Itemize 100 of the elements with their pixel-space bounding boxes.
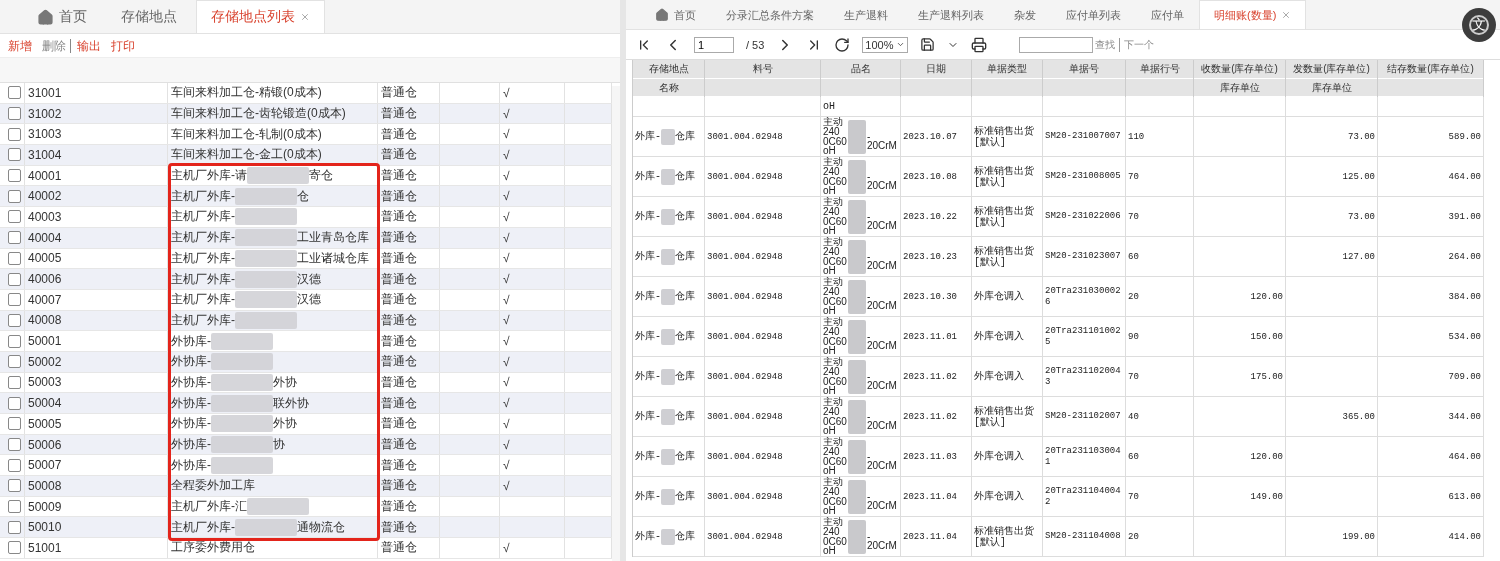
toolbar-link[interactable]: 输出: [75, 38, 105, 53]
row-checkbox[interactable]: [8, 231, 21, 245]
doc-number-cell: SM20-231102007: [1045, 411, 1121, 422]
column-header: 料号: [705, 60, 820, 79]
tab[interactable]: 应付单: [1136, 0, 1199, 29]
flag-cell: √: [503, 354, 510, 369]
flag-cell: √: [503, 127, 510, 142]
code-cell: 50010: [28, 520, 62, 535]
page-input[interactable]: 1: [694, 36, 734, 53]
toolbar-link[interactable]: 打印: [109, 38, 139, 53]
code-cell: 40001: [28, 168, 62, 183]
flag-cell: √: [503, 334, 510, 349]
column-subheader: 库存单位: [1194, 79, 1285, 97]
row-checkbox[interactable]: [8, 251, 21, 265]
tab[interactable]: 生产退料列表: [903, 0, 999, 29]
name-cell: 车间来料加工仓-齿轮锻造(0成本): [171, 105, 346, 123]
row-checkbox[interactable]: [8, 334, 21, 348]
type-cell: 普通仓: [381, 167, 417, 185]
type-cell: 普通仓: [381, 229, 417, 247]
row-checkbox[interactable]: [8, 272, 21, 286]
received-cell: 120.00: [1250, 291, 1283, 302]
type-cell: 普通仓: [381, 456, 417, 474]
tab[interactable]: 明细账(数量): [1199, 0, 1307, 29]
column-subheader: 名称: [633, 79, 704, 97]
find-link[interactable]: 查找: [1094, 37, 1115, 52]
translate-button[interactable]: 文: [1462, 8, 1496, 42]
doc-number-cell: SM20-231023007: [1045, 251, 1121, 262]
tab[interactable]: 生产退料: [829, 0, 903, 29]
type-cell: 普通仓: [381, 332, 417, 350]
name-cell: 主机厂外库-请: [171, 167, 247, 185]
doc-type-cell-text: 标准销售出货[默认]: [974, 205, 1035, 228]
row-checkbox[interactable]: [8, 169, 21, 183]
balance-cell: 264.00: [1448, 251, 1481, 262]
row-checkbox[interactable]: [8, 375, 21, 389]
product-cell: 主动 240 0C60 oH: [823, 237, 847, 276]
name-cell: 外协: [273, 415, 297, 433]
search-field[interactable]: [1018, 36, 1093, 53]
store-cell: 仓库: [675, 411, 695, 422]
scrollbar[interactable]: [612, 86, 620, 561]
store-cell: 外库-: [635, 451, 661, 462]
zoom-select[interactable]: 100%: [862, 36, 908, 53]
row-checkbox[interactable]: [8, 189, 21, 203]
code-cell: 50005: [28, 416, 62, 431]
issued-cell: 73.00: [1348, 131, 1375, 142]
code-cell: 40005: [28, 251, 62, 266]
row-checkbox[interactable]: [8, 293, 21, 307]
store-cell: 仓库: [675, 291, 695, 302]
doc-number-cell-text: 20Tra2311020043: [1045, 365, 1122, 388]
column-subheader: 库存单位: [1286, 79, 1377, 97]
tab[interactable]: 存储地点列表: [196, 0, 325, 33]
row-checkbox[interactable]: [8, 396, 21, 410]
row-checkbox[interactable]: [8, 86, 21, 100]
material-cell: 3001.004.02948: [707, 371, 783, 382]
issued-cell: 73.00: [1348, 211, 1375, 222]
product-cell: 主动 240 0C60 oH: [823, 397, 847, 436]
row-checkbox[interactable]: [8, 355, 21, 369]
column-header: 品名: [821, 60, 900, 79]
flag-cell: √: [503, 375, 510, 390]
redaction-blur: [661, 168, 675, 185]
tab[interactable]: 应付单列表: [1051, 0, 1136, 29]
row-checkbox[interactable]: [8, 520, 21, 534]
row-checkbox[interactable]: [8, 417, 21, 431]
redaction-blur: [661, 208, 675, 225]
tab[interactable]: 分录汇总条件方案: [711, 0, 829, 29]
print-icon[interactable]: [970, 36, 987, 53]
row-checkbox[interactable]: [8, 438, 21, 452]
row-checkbox[interactable]: [8, 210, 21, 224]
row-checkbox[interactable]: [8, 148, 21, 162]
doc-number-cell: SM20-231008005: [1045, 171, 1121, 182]
name-cell: 汉德: [297, 291, 321, 309]
row-checkbox[interactable]: [8, 127, 21, 141]
row-checkbox[interactable]: [8, 458, 21, 472]
row-checkbox[interactable]: [8, 313, 21, 327]
tab[interactable]: 杂发: [999, 0, 1051, 29]
redaction-blur: [847, 199, 866, 234]
balance-cell: 613.00: [1448, 491, 1481, 502]
tab[interactable]: 首页: [22, 0, 102, 33]
name-cell: 联外协: [273, 394, 309, 412]
row-checkbox[interactable]: [8, 107, 21, 121]
close-icon[interactable]: [300, 12, 310, 22]
redaction-blur: [661, 368, 675, 385]
toolbar-link[interactable]: 新增: [6, 38, 36, 53]
type-cell: 普通仓: [381, 477, 417, 495]
row-checkbox[interactable]: [8, 479, 21, 493]
product-cell-text: - 20CrM: [866, 249, 897, 271]
tab[interactable]: 首页: [640, 0, 711, 29]
row-checkbox[interactable]: [8, 500, 21, 514]
close-icon[interactable]: [1281, 10, 1292, 20]
refresh-icon[interactable]: [834, 36, 851, 53]
tab[interactable]: 存储地点: [106, 0, 192, 33]
store-cell: 外库-: [635, 211, 661, 222]
name-cell: 仓: [297, 187, 309, 205]
name-cell: 主机厂外库-: [171, 270, 235, 288]
code-cell: 50008: [28, 478, 62, 493]
code-cell: 31003: [28, 127, 62, 142]
find-next-link[interactable]: 下一个: [1118, 37, 1154, 52]
save-icon[interactable]: [919, 37, 935, 52]
row-checkbox[interactable]: [8, 541, 21, 555]
redaction-blur: [661, 528, 675, 545]
line-number-cell: 60: [1128, 451, 1139, 462]
